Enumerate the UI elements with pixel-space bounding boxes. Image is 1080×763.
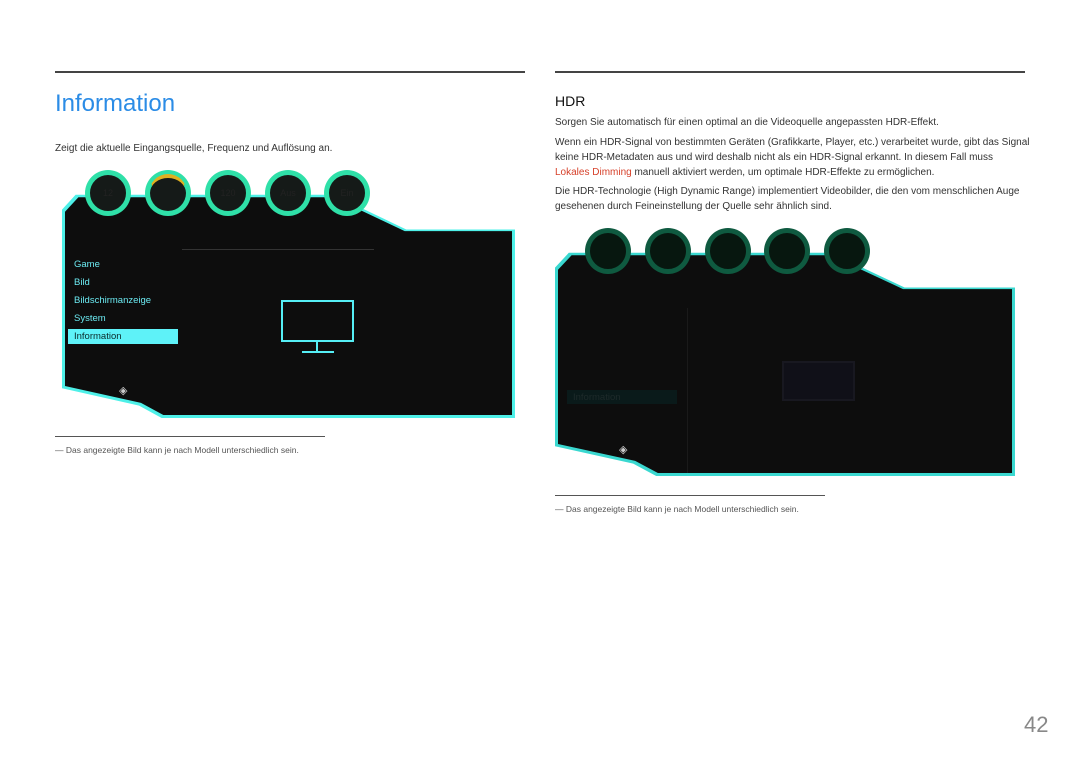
gauge-dial — [145, 170, 191, 216]
dial: Aus — [265, 170, 311, 216]
monitor-icon — [782, 361, 855, 401]
osd-menu-screenshot-dimmed: Information ◈ — [555, 228, 1015, 476]
page-number: 42 — [1024, 712, 1049, 737]
dial — [645, 228, 691, 274]
menu-item-bild[interactable]: Bild — [74, 277, 90, 288]
dial: 120 — [205, 170, 251, 216]
page-title: Information — [55, 90, 176, 117]
dial — [824, 228, 870, 274]
joystick-icon: ◈ — [619, 444, 628, 456]
top-rule-left — [55, 71, 525, 73]
footnote-rule — [55, 436, 325, 437]
dial — [705, 228, 751, 274]
section-heading: HDR — [555, 93, 586, 109]
monitor-icon — [281, 300, 354, 342]
lokales-dimming-link[interactable]: Lokales Dimming — [555, 167, 632, 178]
menu-item-information[interactable]: Information — [68, 329, 178, 344]
osd-menu-screenshot: 12 120 Aus Ein Game Bild Bildschirmanzei… — [62, 170, 515, 418]
joystick-icon: ◈ — [119, 385, 128, 397]
footnote: ― Das angezeigte Bild kann je nach Model… — [55, 445, 299, 455]
paragraph: Wenn ein HDR-Signal von bestimmten Gerät… — [555, 137, 1030, 178]
menu-item-system[interactable]: System — [74, 313, 106, 324]
menu-item-information[interactable]: Information — [567, 390, 677, 404]
dial: Ein — [324, 170, 370, 216]
menu-item-game[interactable]: Game — [74, 259, 100, 270]
dial — [585, 228, 631, 274]
dial: 12 — [85, 170, 131, 216]
top-rule-right — [555, 71, 1025, 73]
paragraph: Die HDR-Technologie (High Dynamic Range)… — [555, 186, 1020, 212]
dial — [764, 228, 810, 274]
footnote-rule — [555, 495, 825, 496]
footnote: ― Das angezeigte Bild kann je nach Model… — [555, 504, 799, 514]
menu-item-bildschirmanzeige[interactable]: Bildschirmanzeige — [74, 295, 151, 306]
paragraph: Sorgen Sie automatisch für einen optimal… — [555, 117, 939, 128]
description: Zeigt die aktuelle Eingangsquelle, Frequ… — [55, 143, 333, 154]
